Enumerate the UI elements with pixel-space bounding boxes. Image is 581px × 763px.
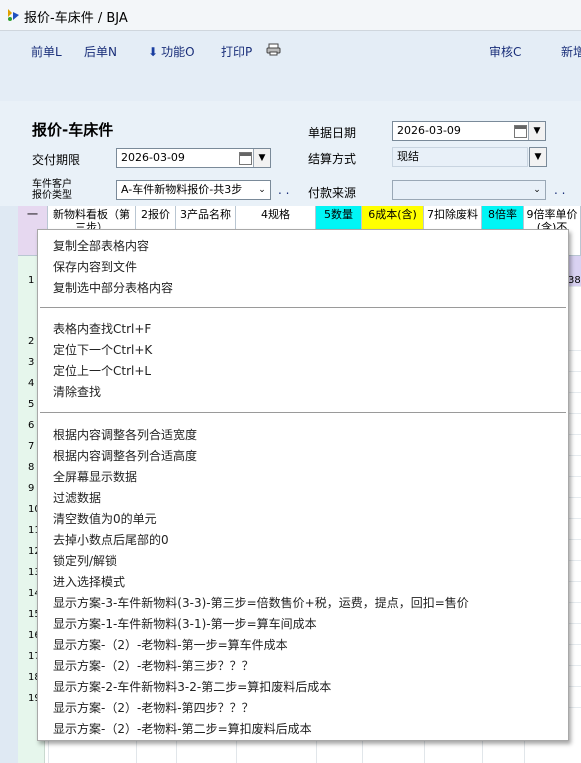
chevron-down-icon: ▼	[530, 148, 546, 166]
menu-item[interactable]: 根据内容调整各列合适宽度	[53, 426, 197, 443]
menu-item[interactable]: 锁定列/解锁	[53, 552, 117, 569]
form-area: 报价-车床件 单据日期 2026-03-09 ▼ 交付期限 2026-03-09…	[0, 101, 581, 206]
menu-item[interactable]: 保存内容到文件	[53, 258, 137, 275]
function-button[interactable]: ⬇ 功能O	[148, 43, 195, 60]
row-number[interactable]: 1	[28, 275, 34, 286]
menu-item[interactable]: 显示方案-1-车件新物料(3-1)-第一步=算车间成本	[53, 615, 317, 632]
row-number[interactable]: 5	[28, 399, 34, 410]
date-field[interactable]: 2026-03-09 ▼	[392, 121, 546, 141]
row-number[interactable]: 7	[28, 441, 34, 452]
chevron-down-icon[interactable]: ▼	[253, 149, 270, 167]
printer-icon[interactable]	[266, 43, 281, 59]
payment-lookup-button[interactable]: . .	[554, 183, 565, 197]
menu-item[interactable]: 去掉小数点后尾部的0	[53, 531, 169, 548]
menu-item[interactable]: 显示方案-2-车件新物料3-2-第二步=算扣废料后成本	[53, 678, 331, 695]
payment-label: 付款来源	[308, 186, 357, 200]
row-number[interactable]: 8	[28, 462, 34, 473]
date-label: 单据日期	[308, 126, 357, 140]
payment-select[interactable]: ⌄	[392, 180, 546, 200]
menu-item[interactable]: 全屏幕显示数据	[53, 468, 137, 485]
menu-item[interactable]: 显示方案-（2）-老物料-第三步？？？	[53, 657, 254, 674]
title-bar: 报价-车床件 / BJA	[0, 0, 581, 31]
menu-item[interactable]: 显示方案-（2）-老物料-第一步=算车件成本	[53, 636, 288, 653]
menu-item[interactable]: 根据内容调整各列合适高度	[53, 447, 197, 464]
quote-type-select[interactable]: A-车件新物料报价-共3步 ⌄	[116, 180, 271, 200]
prev-record-button[interactable]: 前单L	[31, 43, 62, 60]
row-number[interactable]: 3	[28, 357, 34, 368]
chevron-down-icon: ⌄	[533, 185, 541, 195]
context-menu: 复制全部表格内容 保存内容到文件复制选中部分表格内容 表格内查找Ctrl+F 定位下一…	[37, 229, 569, 741]
customer-lookup-button[interactable]: . .	[278, 183, 289, 197]
menu-item[interactable]: 表格内查找Ctrl+F	[53, 320, 151, 337]
calendar-icon	[514, 125, 527, 138]
quote-type-label: 报价类型	[32, 190, 72, 201]
function-label: 功能O	[161, 45, 195, 59]
print-button[interactable]: 打印P	[221, 43, 252, 60]
chevron-down-icon[interactable]: ▼	[528, 122, 545, 140]
delivery-label: 交付期限	[32, 153, 81, 167]
arrow-down-icon: ⬇	[148, 45, 159, 59]
menu-item[interactable]: 进入选择模式	[53, 573, 125, 590]
menu-separator	[40, 307, 566, 308]
window-title: 报价-车床件 / BJA	[24, 11, 128, 26]
menu-item[interactable]: 定位下一个Ctrl+K	[53, 341, 152, 358]
delivery-value: 2026-03-09	[121, 151, 185, 164]
settle-value: 现结	[397, 150, 419, 163]
settle-field[interactable]: 现结	[392, 147, 528, 167]
new-button[interactable]: 新增	[561, 43, 581, 60]
row-number[interactable]: 2	[28, 336, 34, 347]
menu-item[interactable]: 过滤数据	[53, 489, 101, 506]
row1-value: 38	[568, 275, 581, 286]
menu-item[interactable]: 复制全部表格内容	[53, 237, 149, 254]
menu-item[interactable]: 显示方案-（2）-老物料-第四步？？？	[53, 699, 254, 716]
menu-item[interactable]: 显示方案-（2）-老物料-第二步=算扣废料后成本	[53, 720, 312, 737]
menu-item[interactable]: 显示方案-3-车件新物料(3-3)-第三步=倍数售价+税，运费，提点，回扣=售价	[53, 594, 469, 611]
settle-label: 结算方式	[308, 152, 357, 166]
delivery-date-field[interactable]: 2026-03-09 ▼	[116, 148, 271, 168]
app-icon	[8, 9, 19, 21]
customer-label: 车件客户	[32, 179, 72, 190]
row-number[interactable]: 6	[28, 420, 34, 431]
row-number[interactable]: 9	[28, 483, 34, 494]
toolbar: 前单L 后单N ⬇ 功能O 打印P 审核C 新增	[0, 31, 581, 101]
page-title: 报价-车床件	[32, 121, 114, 139]
row-number[interactable]: 4	[28, 378, 34, 389]
menu-item[interactable]: 定位上一个Ctrl+L	[53, 362, 151, 379]
chevron-down-icon: ⌄	[254, 181, 270, 199]
calendar-icon	[239, 152, 252, 165]
menu-separator	[40, 412, 566, 413]
audit-button[interactable]: 审核C	[489, 43, 521, 60]
next-record-button[interactable]: 后单N	[84, 43, 117, 60]
menu-item[interactable]: 清除查找	[53, 383, 101, 400]
menu-item[interactable]: 清空数值为0的单元	[53, 510, 157, 527]
menu-item[interactable]: 复制选中部分表格内容	[53, 279, 173, 296]
quote-type-value: A-车件新物料报价-共3步	[121, 183, 243, 196]
date-value: 2026-03-09	[397, 124, 461, 137]
settle-dropdown-button[interactable]: ▼	[529, 147, 547, 167]
